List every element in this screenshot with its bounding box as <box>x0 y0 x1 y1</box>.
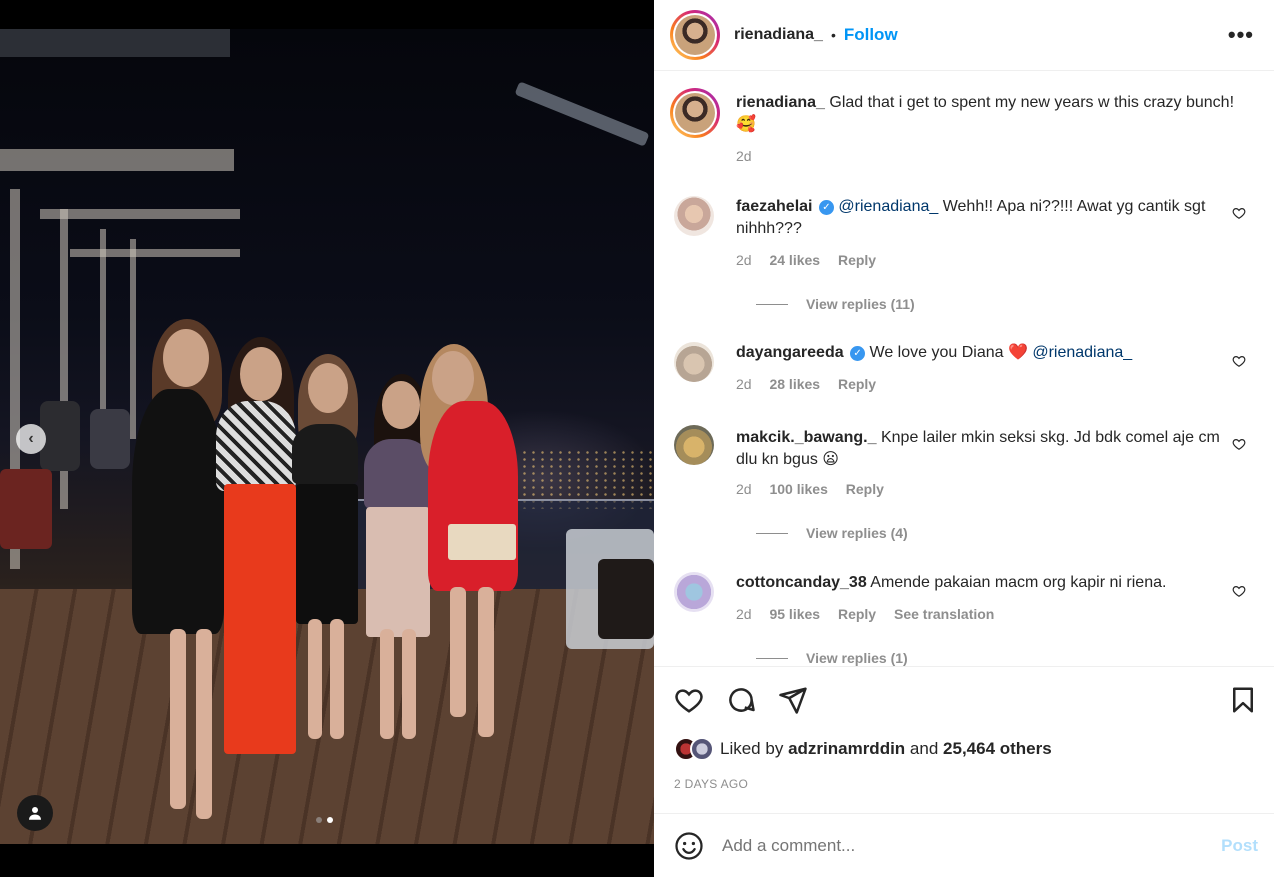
caption-username[interactable]: rienadiana_ <box>736 94 825 111</box>
comment-time[interactable]: 2d <box>736 376 752 392</box>
comment-username[interactable]: faezahelai <box>736 198 812 215</box>
comment-input[interactable] <box>722 835 1202 856</box>
verified-badge-icon: ✓ <box>818 200 834 215</box>
comment-item: dayangareeda ✓ We love you Diana ❤️ @rie… <box>670 342 1260 412</box>
liked-by-user[interactable]: adzrinamrddin <box>788 739 905 758</box>
photo-beam <box>0 29 230 57</box>
carousel-dot-active <box>327 817 333 823</box>
liked-by-others[interactable]: 25,464 others <box>943 739 1052 758</box>
liked-by-summary: Liked by adzrinamrddin and 25,464 others <box>674 737 1052 761</box>
comment-time[interactable]: 2d <box>736 606 752 622</box>
heart-icon[interactable] <box>674 685 704 715</box>
commenter-avatar[interactable] <box>674 196 714 236</box>
view-replies-button[interactable]: View replies (1) <box>756 650 908 666</box>
header-separator: • <box>830 27 836 43</box>
commenter-avatar[interactable] <box>674 342 714 382</box>
liker-avatar[interactable] <box>690 737 714 761</box>
carousel-dots <box>316 817 333 823</box>
see-translation-button[interactable]: See translation <box>894 606 994 622</box>
post-photo[interactable] <box>0 29 654 844</box>
comment-time[interactable]: 2d <box>736 252 752 268</box>
paper-plane-icon[interactable] <box>778 685 808 715</box>
photo-deck <box>0 589 654 844</box>
comment-likes[interactable]: 24 likes <box>769 252 820 268</box>
speech-bubble-icon[interactable] <box>726 685 756 715</box>
commenter-avatar[interactable] <box>674 572 714 612</box>
comment-text: We love you Diana ❤️ <box>869 344 1033 361</box>
comment-username[interactable]: makcik._bawang._ <box>736 429 877 446</box>
chevron-left-icon: ‹ <box>28 430 34 447</box>
replies-divider <box>756 532 788 534</box>
comment-heart-icon[interactable] <box>1232 584 1246 598</box>
post-actions: Liked by adzrinamrddin and 25,464 others… <box>654 666 1274 813</box>
liked-by-prefix: Liked by <box>720 739 784 758</box>
commenter-avatar[interactable] <box>674 425 714 465</box>
author-avatar[interactable] <box>670 10 720 60</box>
follow-button[interactable]: Follow <box>844 25 898 45</box>
comment-reply-button[interactable]: Reply <box>838 252 876 268</box>
carousel-prev-button[interactable]: ‹ <box>16 424 46 454</box>
photo-bag <box>598 559 654 639</box>
comment-item: makcik._bawang._ Knpe lailer mkin seksi … <box>670 425 1260 545</box>
comment-item: cottoncanday_38 Amende pakaian macm org … <box>670 572 1260 666</box>
bookmark-icon[interactable] <box>1228 685 1258 715</box>
comment-reply-button[interactable]: Reply <box>838 606 876 622</box>
photo-ceiling-light <box>514 81 650 147</box>
comment-likes[interactable]: 28 likes <box>769 376 820 392</box>
post-comment-button[interactable]: Post <box>1221 836 1258 856</box>
comment-mention[interactable]: @rienadiana_ <box>838 198 938 215</box>
post-caption: rienadiana_ Glad that i get to spent my … <box>670 88 1260 168</box>
comment-username[interactable]: dayangareeda <box>736 344 844 361</box>
verified-badge-icon: ✓ <box>850 346 866 361</box>
post-side-panel: rienadiana_ • Follow ••• rienadiana_ Gla… <box>654 0 1274 877</box>
view-replies-button[interactable]: View replies (4) <box>756 525 908 541</box>
liked-by-and: and <box>909 739 939 758</box>
comment-heart-icon[interactable] <box>1232 206 1246 220</box>
comment-username[interactable]: cottoncanday_38 <box>736 574 867 591</box>
post-media: ‹ <box>0 0 654 877</box>
ellipsis-icon[interactable]: ••• <box>1228 22 1254 48</box>
comment-likes[interactable]: 95 likes <box>769 606 820 622</box>
person-icon <box>29 807 41 820</box>
comment-heart-icon[interactable] <box>1232 437 1246 451</box>
comments-list[interactable]: rienadiana_ Glad that i get to spent my … <box>654 72 1274 666</box>
comment-item: faezahelai ✓ @rienadiana_ Wehh!! Apa ni?… <box>670 194 1260 314</box>
comment-reply-button[interactable]: Reply <box>838 376 876 392</box>
carousel-dot <box>316 817 322 823</box>
caption-avatar[interactable] <box>670 88 720 138</box>
comment-mention[interactable]: @rienadiana_ <box>1032 344 1132 361</box>
replies-divider <box>756 303 788 305</box>
smiley-icon[interactable] <box>674 831 704 861</box>
comment-likes[interactable]: 100 likes <box>769 481 827 497</box>
user-tags-button[interactable] <box>17 795 53 831</box>
author-username[interactable]: rienadiana_ <box>734 26 823 44</box>
post-timestamp[interactable]: 2 DAYS AGO <box>674 777 748 791</box>
caption-time[interactable]: 2d <box>736 148 752 164</box>
post-header: rienadiana_ • Follow ••• <box>654 0 1274 71</box>
comment-time[interactable]: 2d <box>736 481 752 497</box>
replies-divider <box>756 657 788 659</box>
add-comment-bar: Post <box>654 813 1274 877</box>
comment-text: Amende pakaian macm org kapir ni riena. <box>870 574 1167 591</box>
comment-reply-button[interactable]: Reply <box>846 481 884 497</box>
view-replies-button[interactable]: View replies (11) <box>756 296 915 312</box>
comment-heart-icon[interactable] <box>1232 354 1246 368</box>
